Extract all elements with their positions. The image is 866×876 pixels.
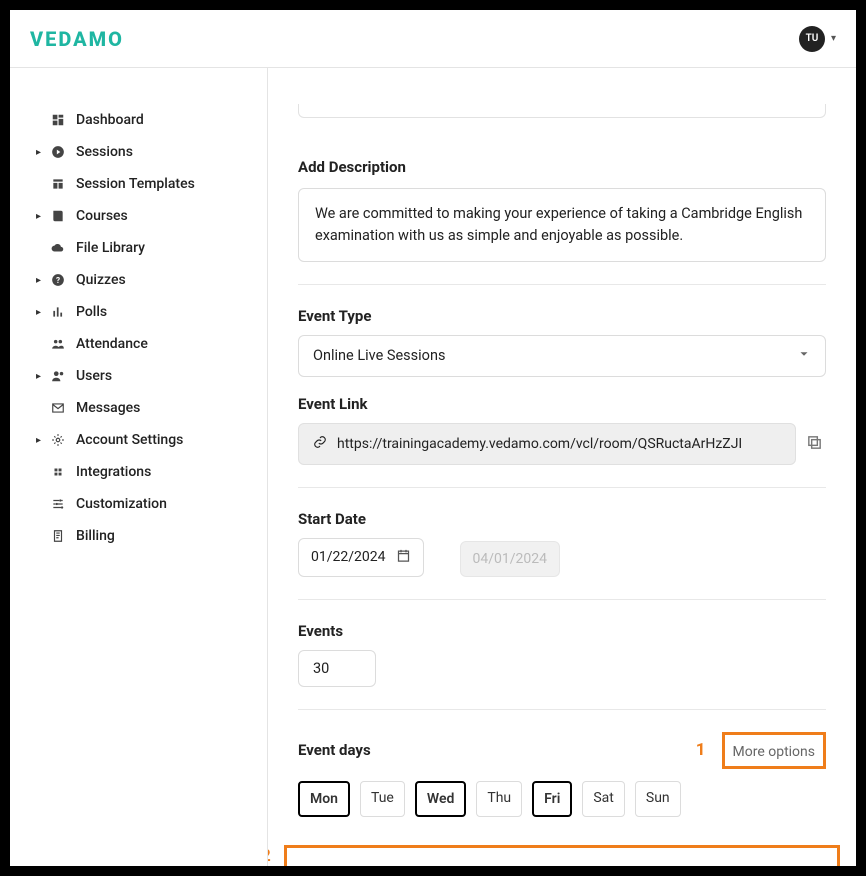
chevron-right-icon: ▸ bbox=[36, 211, 41, 222]
play-icon bbox=[50, 145, 66, 160]
more-options-button[interactable]: More options bbox=[733, 744, 816, 760]
integrations-icon bbox=[50, 465, 66, 480]
start-date-input[interactable]: 01/22/2024 bbox=[298, 538, 424, 577]
event-type-label: Event Type bbox=[298, 307, 826, 325]
sidebar-item-session-templates[interactable]: Session Templates bbox=[10, 168, 267, 200]
user-menu-button[interactable]: TU ▾ bbox=[799, 26, 836, 52]
events-label: Events bbox=[298, 622, 826, 640]
event-type-section: Event Type Online Live Sessions Event Li… bbox=[298, 284, 826, 487]
sidebar-item-label: Attendance bbox=[76, 336, 148, 352]
book-icon bbox=[50, 209, 66, 224]
cloud-icon bbox=[50, 241, 66, 256]
logo: VEDAMO bbox=[30, 27, 124, 51]
topbar: VEDAMO TU ▾ bbox=[10, 10, 856, 68]
sidebar-item-label: Customization bbox=[76, 496, 167, 512]
gear-icon bbox=[50, 433, 66, 448]
template-icon bbox=[50, 177, 66, 192]
event-link-readonly: https://trainingacademy.vedamo.com/vcl/r… bbox=[298, 423, 796, 465]
annotation-2: 2 bbox=[268, 846, 271, 866]
sidebar-item-attendance[interactable]: Attendance bbox=[10, 328, 267, 360]
user-avatar: TU bbox=[799, 26, 825, 52]
event-type-select[interactable]: Online Live Sessions bbox=[298, 335, 826, 377]
question-icon: ? bbox=[50, 273, 66, 288]
sidebar-item-users[interactable]: ▸ Users bbox=[10, 360, 267, 392]
sidebar-item-quizzes[interactable]: ▸? Quizzes bbox=[10, 264, 267, 296]
sidebar-item-label: Messages bbox=[76, 400, 140, 416]
event-days-section: Event days 1 More options Mon Tue Wed Th… bbox=[298, 709, 826, 839]
sidebar-item-customization[interactable]: Customization bbox=[10, 488, 267, 520]
copy-link-button[interactable] bbox=[806, 434, 826, 454]
main-content: Add Description We are committed to maki… bbox=[268, 68, 856, 866]
dashboard-icon bbox=[50, 113, 66, 128]
end-date-display: 04/01/2024 bbox=[460, 541, 561, 577]
day-thu[interactable]: Thu bbox=[476, 781, 522, 817]
annotation-2-highlight: 2 Event Repetition Cycle Every week Brea… bbox=[284, 845, 840, 867]
start-date-section: Start Date 01/22/2024 04/01/2024 bbox=[298, 487, 826, 599]
chevron-down-icon: ▾ bbox=[831, 33, 836, 44]
sidebar-item-dashboard[interactable]: Dashboard bbox=[10, 104, 267, 136]
sidebar-item-integrations[interactable]: Integrations bbox=[10, 456, 267, 488]
sidebar-item-label: File Library bbox=[76, 240, 145, 256]
day-sat[interactable]: Sat bbox=[582, 781, 625, 817]
sidebar-item-account-settings[interactable]: ▸ Account Settings bbox=[10, 424, 267, 456]
sidebar: Dashboard ▸ Sessions Session Templates ▸ C… bbox=[10, 68, 268, 866]
event-link-url: https://trainingacademy.vedamo.com/vcl/r… bbox=[337, 436, 742, 452]
day-sun[interactable]: Sun bbox=[635, 781, 681, 817]
event-type-value: Online Live Sessions bbox=[313, 347, 445, 364]
poll-icon bbox=[50, 305, 66, 320]
chevron-right-icon: ▸ bbox=[36, 371, 41, 382]
sidebar-item-label: Polls bbox=[76, 304, 107, 320]
sidebar-item-label: Billing bbox=[76, 528, 115, 544]
chevron-right-icon: ▸ bbox=[36, 275, 41, 286]
attendance-icon bbox=[50, 337, 66, 352]
sidebar-item-label: Session Templates bbox=[76, 176, 195, 192]
link-icon bbox=[313, 435, 327, 453]
event-link-label: Event Link bbox=[298, 395, 826, 413]
sidebar-item-label: Dashboard bbox=[76, 112, 144, 128]
end-date-placeholder: 04/01/2024 bbox=[473, 551, 548, 567]
calendar-icon bbox=[396, 548, 411, 567]
sidebar-item-messages[interactable]: Messages bbox=[10, 392, 267, 424]
chevron-down-icon bbox=[797, 347, 811, 365]
description-textarea[interactable]: We are committed to making your experien… bbox=[298, 188, 826, 262]
sidebar-item-label: Quizzes bbox=[76, 272, 126, 288]
chevron-right-icon: ▸ bbox=[36, 307, 41, 318]
billing-icon bbox=[50, 529, 66, 544]
sidebar-item-label: Integrations bbox=[76, 464, 151, 480]
chevron-right-icon: ▸ bbox=[36, 435, 41, 446]
start-date-value: 01/22/2024 bbox=[311, 549, 386, 565]
customization-icon bbox=[50, 497, 66, 512]
sidebar-item-courses[interactable]: ▸ Courses bbox=[10, 200, 267, 232]
sidebar-item-label: Courses bbox=[76, 208, 128, 224]
repetition-label: Event Repetition Cycle bbox=[301, 864, 823, 867]
day-fri[interactable]: Fri bbox=[532, 781, 572, 817]
event-days-label: Event days bbox=[298, 741, 371, 759]
annotation-1: 1 bbox=[696, 740, 706, 760]
sidebar-item-billing[interactable]: Billing bbox=[10, 520, 267, 552]
sidebar-item-label: Account Settings bbox=[76, 432, 183, 448]
users-icon bbox=[50, 369, 66, 384]
sidebar-item-polls[interactable]: ▸ Polls bbox=[10, 296, 267, 328]
events-section: Events 30 bbox=[298, 599, 826, 709]
svg-text:?: ? bbox=[56, 275, 60, 285]
description-label: Add Description bbox=[298, 158, 826, 176]
day-selector: Mon Tue Wed Thu Fri Sat Sun bbox=[298, 781, 826, 817]
sidebar-item-sessions[interactable]: ▸ Sessions bbox=[10, 136, 267, 168]
sidebar-item-file-library[interactable]: File Library bbox=[10, 232, 267, 264]
day-tue[interactable]: Tue bbox=[360, 781, 405, 817]
day-wed[interactable]: Wed bbox=[415, 781, 467, 817]
envelope-icon bbox=[50, 401, 66, 416]
previous-card-bottom bbox=[298, 104, 826, 118]
events-count-input[interactable]: 30 bbox=[298, 650, 376, 687]
start-date-label: Start Date bbox=[298, 510, 826, 528]
sidebar-item-label: Users bbox=[76, 368, 112, 384]
annotation-1-highlight: More options bbox=[722, 732, 827, 769]
sidebar-item-label: Sessions bbox=[76, 144, 133, 160]
chevron-right-icon: ▸ bbox=[36, 147, 41, 158]
description-section: Add Description We are committed to maki… bbox=[298, 118, 826, 284]
day-mon[interactable]: Mon bbox=[298, 781, 350, 817]
